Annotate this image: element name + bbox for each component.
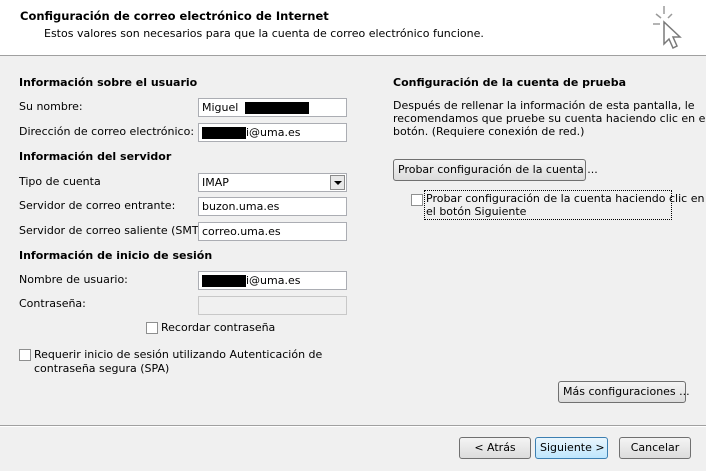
remember-password-label[interactable]: Recordar contraseña bbox=[161, 321, 275, 334]
remember-password-checkbox[interactable] bbox=[146, 322, 158, 334]
next-button[interactable]: Siguiente > bbox=[535, 437, 608, 459]
test-account-button[interactable]: Probar configuración de la cuenta ... bbox=[393, 159, 598, 181]
user-info-section-title: Información sobre el usuario bbox=[19, 76, 198, 89]
name-value: Miguel bbox=[202, 101, 239, 114]
footer-divider-highlight bbox=[0, 426, 706, 427]
header-subtitle: Estos valores son necesarios para que la… bbox=[44, 27, 484, 40]
auto-test-label-line2[interactable]: el botón Siguiente bbox=[426, 205, 526, 218]
account-type-value: IMAP bbox=[202, 176, 229, 189]
login-info-section-title: Información de inicio de sesión bbox=[19, 249, 213, 262]
redacted-email-user bbox=[202, 127, 246, 139]
test-config-section-title: Configuración de la cuenta de prueba bbox=[393, 76, 627, 89]
username-value: i@uma.es bbox=[246, 274, 301, 287]
email-field[interactable]: i@uma.es bbox=[198, 123, 347, 142]
spa-checkbox[interactable] bbox=[19, 349, 31, 361]
server-info-section-title: Información del servidor bbox=[19, 150, 172, 163]
outgoing-server-label: Servidor de correo saliente (SMTP): bbox=[19, 224, 214, 237]
username-label: Nombre de usuario: bbox=[19, 273, 128, 286]
spa-label-line2[interactable]: contraseña segura (SPA) bbox=[34, 362, 169, 375]
incoming-server-field[interactable]: buzon.uma.es bbox=[198, 197, 347, 216]
chevron-down-icon[interactable] bbox=[330, 175, 345, 190]
outgoing-server-field[interactable]: correo.uma.es bbox=[198, 222, 347, 241]
name-field[interactable]: Miguel bbox=[198, 98, 347, 117]
spa-label-line1[interactable]: Requerir inicio de sesión utilizando Aut… bbox=[34, 348, 322, 361]
wizard-header: Configuración de correo electrónico de I… bbox=[0, 0, 706, 56]
auto-test-checkbox[interactable] bbox=[411, 194, 423, 206]
password-label: Contraseña: bbox=[19, 297, 86, 310]
cancel-button[interactable]: Cancelar bbox=[619, 437, 691, 459]
incoming-server-label: Servidor de correo entrante: bbox=[19, 199, 176, 212]
test-description-line2: recomendamos que pruebe su cuenta hacien… bbox=[393, 112, 706, 125]
test-description-line1: Después de rellenar la información de es… bbox=[393, 99, 695, 112]
account-type-select[interactable]: IMAP bbox=[198, 173, 347, 192]
wizard-cursor-icon bbox=[653, 6, 682, 50]
header-title: Configuración de correo electrónico de I… bbox=[20, 9, 329, 23]
more-settings-button[interactable]: Más configuraciones ... bbox=[558, 381, 690, 403]
back-button[interactable]: < Atrás bbox=[459, 437, 531, 459]
redacted-surname bbox=[244, 102, 309, 114]
email-value: i@uma.es bbox=[246, 126, 301, 139]
name-label: Su nombre: bbox=[19, 100, 83, 113]
email-label: Dirección de correo electrónico: bbox=[19, 125, 195, 138]
account-type-label: Tipo de cuenta bbox=[19, 175, 101, 188]
username-field[interactable]: i@uma.es bbox=[198, 271, 347, 290]
auto-test-label-line1[interactable]: Probar configuración de la cuenta hacien… bbox=[426, 192, 704, 205]
password-field[interactable] bbox=[198, 296, 347, 315]
test-description-line3: botón. (Requiere conexión de red.) bbox=[393, 125, 585, 138]
redacted-username bbox=[202, 275, 246, 287]
